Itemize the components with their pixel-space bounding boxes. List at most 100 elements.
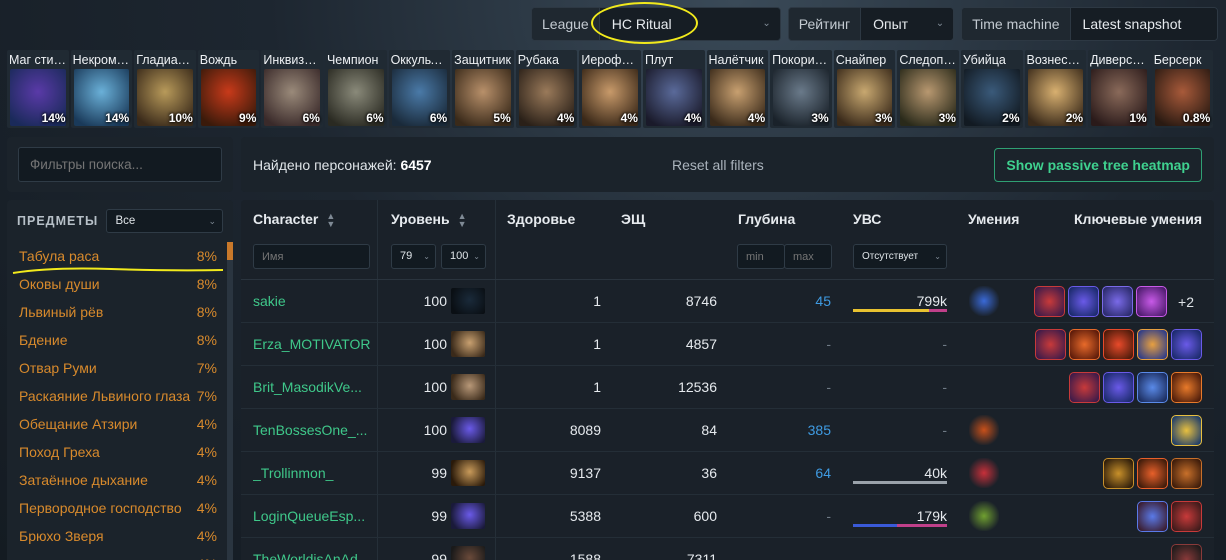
- header-es[interactable]: ЭЩ: [621, 211, 645, 227]
- table-row[interactable]: Erza_MOTIVATOR 100 1 4857 - -: [241, 323, 1214, 366]
- table-row[interactable]: _Trollinmon_ 99 9137 36 64 40k: [241, 452, 1214, 495]
- league-selector[interactable]: League HC Ritual ⌄: [531, 7, 781, 41]
- table-row[interactable]: LoginQueueEsp... 99 5388 600 - 179k: [241, 495, 1214, 538]
- keystone-icon[interactable]: [1102, 286, 1133, 317]
- class-card[interactable]: Диверсант 1%: [1088, 50, 1150, 128]
- league-dropdown[interactable]: HC Ritual ⌄: [599, 8, 780, 40]
- character-name-link[interactable]: TenBossesOne_...: [253, 409, 371, 452]
- character-name-link[interactable]: LoginQueueEsp...: [253, 495, 371, 538]
- class-card[interactable]: Некромант 14%: [70, 50, 133, 128]
- class-card[interactable]: Инквизитор 6%: [261, 50, 323, 128]
- keystone-icon[interactable]: [1137, 458, 1168, 489]
- name-filter-input[interactable]: [253, 244, 370, 269]
- keystone-icon[interactable]: [1137, 501, 1168, 532]
- depth-value[interactable]: 385: [731, 409, 831, 452]
- item-filter-row[interactable]: Обещание Атзири 4%: [7, 410, 226, 438]
- more-keystones[interactable]: +2: [1170, 294, 1202, 310]
- header-ehp[interactable]: УВС: [853, 211, 881, 227]
- item-filter-row[interactable]: Отвар Руми 7%: [7, 354, 226, 382]
- items-scrollbar[interactable]: [227, 242, 233, 560]
- keystone-icon[interactable]: [1171, 415, 1202, 446]
- reset-filters-link[interactable]: Reset all filters: [672, 157, 764, 173]
- character-name-link[interactable]: Brit_MasodikVe...: [253, 366, 371, 409]
- header-level[interactable]: Уровень ▲ ▼: [391, 211, 467, 229]
- item-filter-row[interactable]: Затаённое дыхание 4%: [7, 466, 226, 494]
- item-filter-row[interactable]: Бдение 8%: [7, 326, 226, 354]
- sort-icon[interactable]: ▲ ▼: [458, 212, 467, 229]
- class-card[interactable]: Следопыт 3%: [897, 50, 959, 128]
- table-row[interactable]: Brit_MasodikVe... 100 1 12536 - -: [241, 366, 1214, 409]
- search-filters-input[interactable]: [18, 147, 222, 182]
- item-filter-row[interactable]: Табула раса 8%: [7, 242, 226, 270]
- item-filter-row[interactable]: 4%: [7, 550, 226, 560]
- keystone-icon[interactable]: [1171, 501, 1202, 532]
- item-filter-row[interactable]: Поход Греха 4%: [7, 438, 226, 466]
- keystone-icon[interactable]: [1069, 372, 1100, 403]
- class-card[interactable]: Берсерк 0.8%: [1151, 50, 1214, 128]
- class-card[interactable]: Вождь 9%: [197, 50, 260, 128]
- character-name-link[interactable]: Erza_MOTIVATOR: [253, 323, 371, 366]
- class-card[interactable]: Налётчик 4%: [706, 50, 769, 128]
- passive-tree-heatmap-button[interactable]: Show passive tree heatmap: [994, 148, 1202, 182]
- time-machine-selector[interactable]: Time machine Latest snapshot: [961, 7, 1218, 41]
- class-card[interactable]: Маг стихий 14%: [7, 50, 69, 128]
- keystone-icon[interactable]: [1103, 458, 1134, 489]
- class-card[interactable]: Иерофант 4%: [579, 50, 641, 128]
- level-max-select[interactable]: 100 ⌄: [441, 244, 486, 269]
- item-filter-row[interactable]: Первородное господство 4%: [7, 494, 226, 522]
- class-card[interactable]: Гладиатор 10%: [134, 50, 196, 128]
- table-row[interactable]: TenBossesOne_... 100 8089 84 385 -: [241, 409, 1214, 452]
- sort-icon[interactable]: ▲ ▼: [326, 212, 335, 229]
- keystone-icon[interactable]: [1137, 329, 1168, 360]
- table-row[interactable]: TheWorldisAnAd... 99 1588 7311: [241, 538, 1214, 560]
- items-filter-dropdown[interactable]: Все ⌄: [106, 209, 223, 233]
- item-filter-row[interactable]: Раскаяние Львиного глаза 7%: [7, 382, 226, 410]
- header-life[interactable]: Здоровье: [507, 211, 575, 227]
- depth-value[interactable]: [731, 538, 831, 560]
- class-card[interactable]: Плут 4%: [642, 50, 705, 128]
- keystone-icon[interactable]: [1103, 372, 1134, 403]
- class-card[interactable]: Покоритель 3%: [770, 50, 832, 128]
- character-name-link[interactable]: _Trollinmon_: [253, 452, 371, 495]
- level-min-select[interactable]: 79 ⌄: [391, 244, 436, 269]
- main-skill-icon[interactable]: [969, 458, 999, 488]
- main-skill-icon[interactable]: [969, 286, 999, 316]
- class-card[interactable]: Снайпер 3%: [833, 50, 896, 128]
- header-character[interactable]: Character ▲ ▼: [253, 211, 335, 229]
- character-name-link[interactable]: sakie: [253, 280, 371, 323]
- header-keystones[interactable]: Ключевые умения: [1074, 211, 1202, 227]
- time-machine-dropdown[interactable]: Latest snapshot: [1070, 8, 1217, 40]
- depth-min-input[interactable]: [737, 244, 785, 269]
- scrollbar-thumb[interactable]: [227, 242, 233, 260]
- keystone-icon[interactable]: [1171, 329, 1202, 360]
- keystone-icon[interactable]: [1171, 458, 1202, 489]
- header-skills[interactable]: Умения: [968, 211, 1019, 227]
- class-card[interactable]: Рубака 4%: [515, 50, 578, 128]
- main-skill-icon[interactable]: [969, 501, 999, 531]
- ehp-filter-select[interactable]: Отсутствует ⌄: [853, 244, 947, 269]
- keystone-icon[interactable]: [1171, 544, 1202, 560]
- table-row[interactable]: sakie 100 1 8746 45 799k +2: [241, 280, 1214, 323]
- item-filter-row[interactable]: Львиный рёв 8%: [7, 298, 226, 326]
- keystone-icon[interactable]: [1068, 286, 1099, 317]
- main-skill-icon[interactable]: [969, 415, 999, 445]
- class-card[interactable]: Вознесённый 2%: [1024, 50, 1087, 128]
- keystone-icon[interactable]: [1035, 329, 1066, 360]
- class-card[interactable]: Защитник 5%: [452, 50, 514, 128]
- keystone-icon[interactable]: [1136, 286, 1167, 317]
- keystone-icon[interactable]: [1034, 286, 1065, 317]
- depth-max-input[interactable]: [784, 244, 832, 269]
- item-filter-row[interactable]: Оковы души 8%: [7, 270, 226, 298]
- class-card[interactable]: Чемпион 6%: [324, 50, 387, 128]
- item-filter-row[interactable]: Брюхо Зверя 4%: [7, 522, 226, 550]
- character-name-link[interactable]: TheWorldisAnAd...: [253, 538, 371, 560]
- keystone-icon[interactable]: [1069, 329, 1100, 360]
- keystone-icon[interactable]: [1137, 372, 1168, 403]
- depth-value[interactable]: 45: [731, 280, 831, 323]
- keystone-icon[interactable]: [1103, 329, 1134, 360]
- rating-selector[interactable]: Рейтинг Опыт ⌄: [787, 7, 955, 41]
- header-depth[interactable]: Глубина: [738, 211, 795, 227]
- depth-value[interactable]: 64: [731, 452, 831, 495]
- rating-dropdown[interactable]: Опыт ⌄: [861, 8, 954, 40]
- keystone-icon[interactable]: [1171, 372, 1202, 403]
